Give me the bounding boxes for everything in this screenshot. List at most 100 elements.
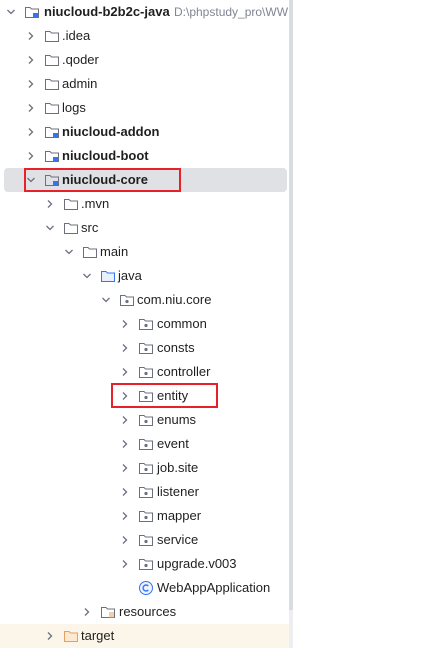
chevron-right-icon[interactable] [82, 607, 92, 617]
tree-row-entity[interactable]: entity [0, 384, 289, 408]
folder-icon [44, 28, 60, 44]
tree-row-qoder[interactable]: .qoder [0, 48, 289, 72]
tree-row-controller[interactable]: controller [0, 360, 289, 384]
module-folder-icon [44, 172, 60, 188]
chevron-right-icon[interactable] [120, 463, 130, 473]
package-icon [138, 316, 154, 332]
tree-label: enums [157, 412, 197, 427]
tree-label: .idea [62, 28, 91, 43]
tree-label: job.site [157, 460, 199, 475]
chevron-right-icon[interactable] [26, 127, 36, 137]
tree-label: .mvn [81, 196, 110, 211]
tree-label: mapper [157, 508, 202, 523]
chevron-right-icon[interactable] [45, 199, 55, 209]
tree-row-job-site[interactable]: job.site [0, 456, 289, 480]
tree-row-upgrade-v003[interactable]: upgrade.v003 [0, 552, 289, 576]
chevron-right-icon[interactable] [26, 55, 36, 65]
folder-icon [44, 100, 60, 116]
chevron-right-icon[interactable] [120, 367, 130, 377]
chevron-right-icon[interactable] [120, 487, 130, 497]
tree-label: logs [62, 100, 86, 115]
chevron-right-icon[interactable] [45, 631, 55, 641]
tree-row-event[interactable]: event [0, 432, 289, 456]
resources-folder-icon [100, 604, 116, 620]
package-icon [138, 484, 154, 500]
tree-label: entity [157, 388, 189, 403]
tree-row-mapper[interactable]: mapper [0, 504, 289, 528]
tree-row-main[interactable]: main [0, 240, 289, 264]
package-icon [138, 508, 154, 524]
tree-label: niucloud-addon [62, 124, 160, 139]
tree-label: niucloud-boot [62, 148, 149, 163]
tree-row-consts[interactable]: consts [0, 336, 289, 360]
folder-icon [82, 244, 98, 260]
tree-row-com-niu-core[interactable]: com.niu.core [0, 288, 289, 312]
package-icon [138, 412, 154, 428]
tree-row-resources[interactable]: resources [0, 600, 289, 624]
tree-row-listener[interactable]: listener [0, 480, 289, 504]
chevron-right-icon[interactable] [120, 319, 130, 329]
chevron-down-icon[interactable] [45, 223, 55, 233]
tree-label: listener [157, 484, 199, 499]
folder-icon [44, 76, 60, 92]
chevron-down-icon[interactable] [64, 247, 74, 257]
chevron-down-icon[interactable] [26, 175, 36, 185]
tree-row-niucloud-core[interactable]: niucloud-core [4, 168, 287, 192]
package-icon [138, 556, 154, 572]
blank-area [293, 0, 422, 648]
root-path: D:\phpstudy_pro\WW [174, 5, 289, 19]
tree-label: src [81, 220, 99, 235]
chevron-right-icon[interactable] [120, 511, 130, 521]
tree-row-service[interactable]: service [0, 528, 289, 552]
package-icon [138, 532, 154, 548]
tree-label: com.niu.core [137, 292, 212, 307]
tree-row-niucloud-boot[interactable]: niucloud-boot [0, 144, 289, 168]
tree-label: event [157, 436, 189, 451]
tree-label: resources [119, 604, 177, 619]
tree-row-target[interactable]: target [0, 624, 289, 648]
package-icon [138, 460, 154, 476]
tree-row-mvn[interactable]: .mvn [0, 192, 289, 216]
tree-label: consts [157, 340, 195, 355]
package-icon [119, 292, 135, 308]
chevron-right-icon[interactable] [26, 31, 36, 41]
module-folder-icon [24, 4, 40, 20]
chevron-right-icon[interactable] [120, 439, 130, 449]
tree-label: upgrade.v003 [157, 556, 237, 571]
tree-row-admin[interactable]: admin [0, 72, 289, 96]
chevron-right-icon[interactable] [120, 415, 130, 425]
tree-label: java [118, 268, 142, 283]
tree-row-webappapplication[interactable]: WebAppApplication [0, 576, 289, 600]
tree-label: WebAppApplication [157, 580, 271, 595]
source-folder-icon [100, 268, 116, 284]
tree-label: admin [62, 76, 98, 91]
tree-row-src[interactable]: src [0, 216, 289, 240]
tree-row-idea[interactable]: .idea [0, 24, 289, 48]
folder-icon [63, 196, 79, 212]
chevron-down-icon[interactable] [6, 7, 16, 17]
chevron-right-icon[interactable] [26, 151, 36, 161]
tree-row-logs[interactable]: logs [0, 96, 289, 120]
tree-label-root: niucloud-b2b2c-java [44, 4, 170, 19]
package-icon [138, 436, 154, 452]
tree-row-java[interactable]: java [0, 264, 289, 288]
tree-label: .qoder [62, 52, 99, 67]
tree-row-common[interactable]: common [0, 312, 289, 336]
tree-label: controller [157, 364, 211, 379]
project-tree-panel: niucloud-b2b2c-java D:\phpstudy_pro\WW .… [0, 0, 289, 648]
chevron-right-icon[interactable] [120, 343, 130, 353]
tree-row-niucloud-addon[interactable]: niucloud-addon [0, 120, 289, 144]
tree-label: service [157, 532, 199, 547]
chevron-right-icon[interactable] [26, 103, 36, 113]
chevron-right-icon[interactable] [26, 79, 36, 89]
tree-row-enums[interactable]: enums [0, 408, 289, 432]
package-icon [138, 340, 154, 356]
chevron-right-icon[interactable] [120, 559, 130, 569]
chevron-down-icon[interactable] [101, 295, 111, 305]
tree-row-root[interactable]: niucloud-b2b2c-java D:\phpstudy_pro\WW [0, 0, 289, 24]
package-icon [138, 388, 154, 404]
chevron-right-icon[interactable] [120, 391, 130, 401]
chevron-down-icon[interactable] [82, 271, 92, 281]
chevron-right-icon[interactable] [120, 535, 130, 545]
excluded-folder-icon [63, 628, 79, 644]
